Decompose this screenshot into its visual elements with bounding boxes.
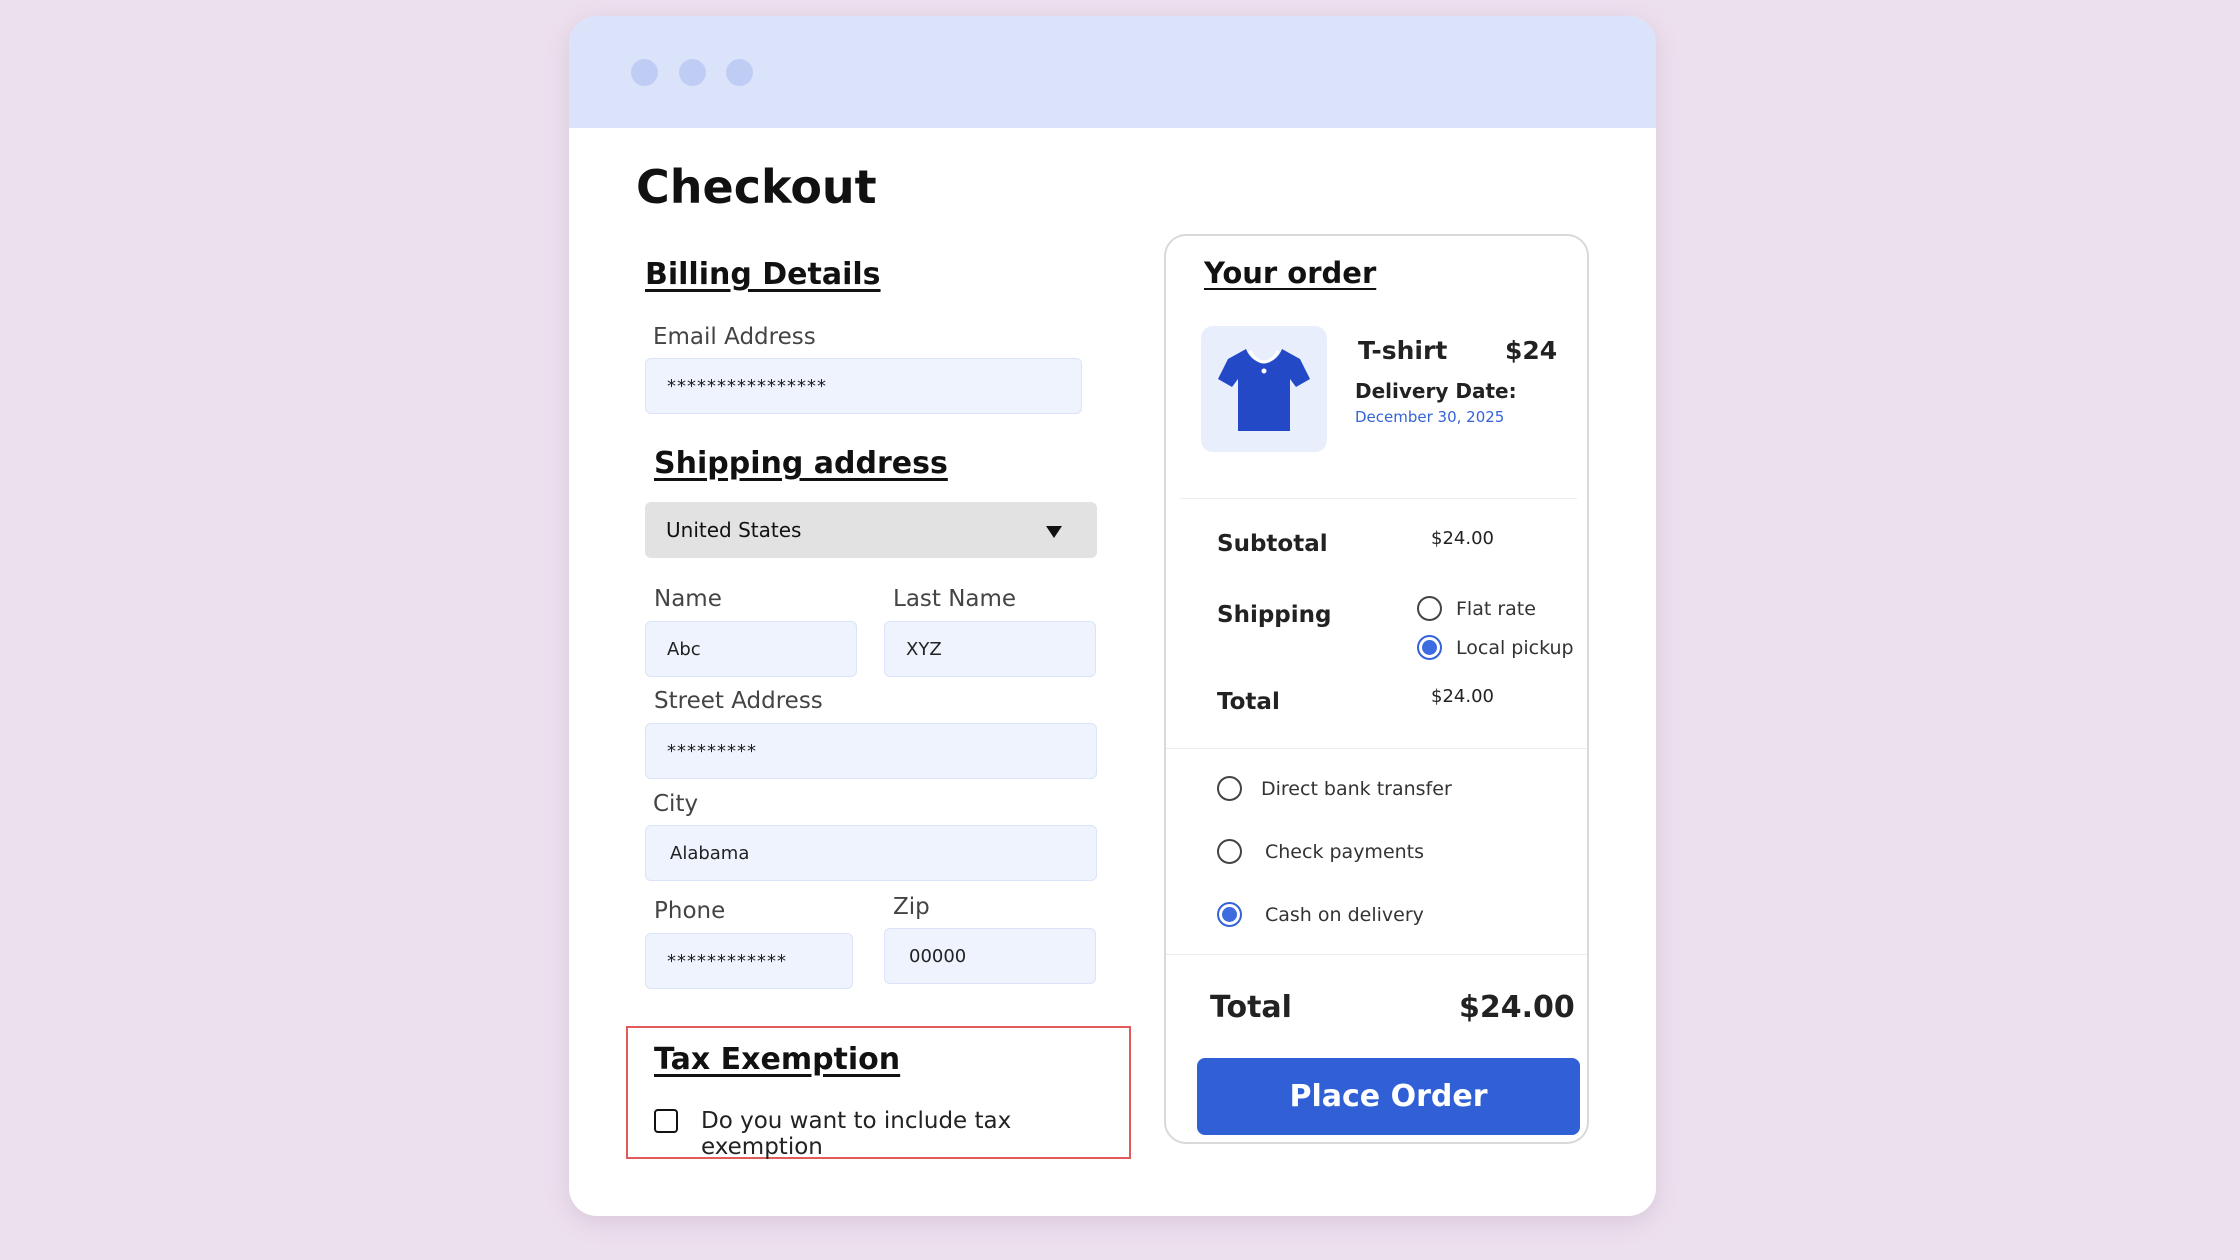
- window-dot-close[interactable]: [631, 59, 658, 86]
- product-name: T-shirt: [1358, 336, 1448, 365]
- bank-transfer-radio[interactable]: [1217, 776, 1242, 801]
- delivery-date: December 30, 2025: [1355, 408, 1505, 426]
- name-field[interactable]: Abc: [645, 621, 857, 677]
- subtotal-label: Subtotal: [1217, 531, 1328, 557]
- payment-option-bank[interactable]: Direct bank transfer: [1217, 776, 1452, 801]
- tax-exemption-label: Do you want to include tax exemption: [701, 1108, 1012, 1160]
- zip-field[interactable]: 00000: [884, 928, 1096, 984]
- total-label: Total: [1217, 689, 1280, 715]
- shipping-option-local-pickup[interactable]: Local pickup: [1417, 635, 1574, 660]
- window-dot-maximize[interactable]: [726, 59, 753, 86]
- delivery-label: Delivery Date:: [1355, 379, 1517, 403]
- grand-total-value: $24.00: [1459, 990, 1575, 1025]
- last-name-label: Last Name: [893, 586, 1017, 612]
- country-value: United States: [666, 518, 802, 542]
- tax-exemption-box: Tax Exemption Do you want to include tax…: [626, 1026, 1131, 1160]
- tax-exemption-title: Tax Exemption: [654, 1042, 901, 1077]
- subtotal-value: $24.00: [1431, 528, 1494, 549]
- order-title: Your order: [1204, 256, 1377, 290]
- local-pickup-radio[interactable]: [1417, 635, 1442, 660]
- check-payments-label: Check payments: [1265, 840, 1425, 863]
- flat-rate-label: Flat rate: [1456, 597, 1536, 620]
- bank-transfer-label: Direct bank transfer: [1261, 777, 1452, 800]
- local-pickup-label: Local pickup: [1456, 636, 1574, 659]
- divider: [1180, 498, 1577, 499]
- phone-label: Phone: [654, 898, 726, 924]
- chevron-down-icon: [1046, 526, 1062, 538]
- product-thumbnail: [1201, 326, 1327, 452]
- billing-title: Billing Details: [645, 257, 881, 292]
- browser-window: Checkout Billing Details Email Address *…: [569, 16, 1656, 1216]
- name-value: Abc: [667, 638, 701, 660]
- payment-option-cod[interactable]: Cash on delivery: [1217, 902, 1424, 927]
- street-label: Street Address: [654, 688, 823, 714]
- shipping-option-flat-rate[interactable]: Flat rate: [1417, 596, 1536, 621]
- order-summary-card: Your order T-shirt $24 Delivery Date: De…: [1164, 234, 1589, 1144]
- check-payments-radio[interactable]: [1217, 839, 1242, 864]
- tax-exemption-checkbox[interactable]: [654, 1109, 678, 1133]
- city-value: Alabama: [670, 842, 750, 864]
- flat-rate-radio[interactable]: [1417, 596, 1442, 621]
- email-value: ****************: [667, 375, 827, 397]
- last-name-field[interactable]: XYZ: [884, 621, 1096, 677]
- street-field[interactable]: *********: [645, 723, 1097, 779]
- total-value: $24.00: [1431, 686, 1494, 707]
- window-titlebar: [569, 16, 1656, 128]
- city-field[interactable]: Alabama: [645, 825, 1097, 881]
- shipping-label: Shipping: [1217, 602, 1332, 628]
- divider: [1166, 954, 1587, 955]
- zip-label: Zip: [893, 894, 930, 920]
- grand-total-label: Total: [1210, 990, 1292, 1025]
- divider: [1166, 748, 1587, 749]
- zip-value: 00000: [909, 945, 967, 967]
- cash-on-delivery-label: Cash on delivery: [1265, 903, 1424, 926]
- name-label: Name: [654, 586, 722, 612]
- window-dot-minimize[interactable]: [679, 59, 706, 86]
- city-label: City: [653, 791, 699, 817]
- place-order-button[interactable]: Place Order: [1197, 1058, 1580, 1135]
- phone-field[interactable]: ************: [645, 933, 853, 989]
- product-price: $24: [1505, 336, 1558, 365]
- email-label: Email Address: [653, 324, 816, 350]
- email-field[interactable]: ****************: [645, 358, 1082, 414]
- cash-on-delivery-radio[interactable]: [1217, 902, 1242, 927]
- page-title: Checkout: [636, 160, 877, 214]
- street-value: *********: [667, 740, 757, 762]
- payment-option-check[interactable]: Check payments: [1217, 839, 1424, 864]
- phone-value: ************: [667, 950, 787, 972]
- shipping-address-title: Shipping address: [654, 446, 948, 481]
- tshirt-icon: [1218, 349, 1310, 431]
- country-select[interactable]: United States: [645, 502, 1097, 558]
- last-name-value: XYZ: [906, 638, 942, 660]
